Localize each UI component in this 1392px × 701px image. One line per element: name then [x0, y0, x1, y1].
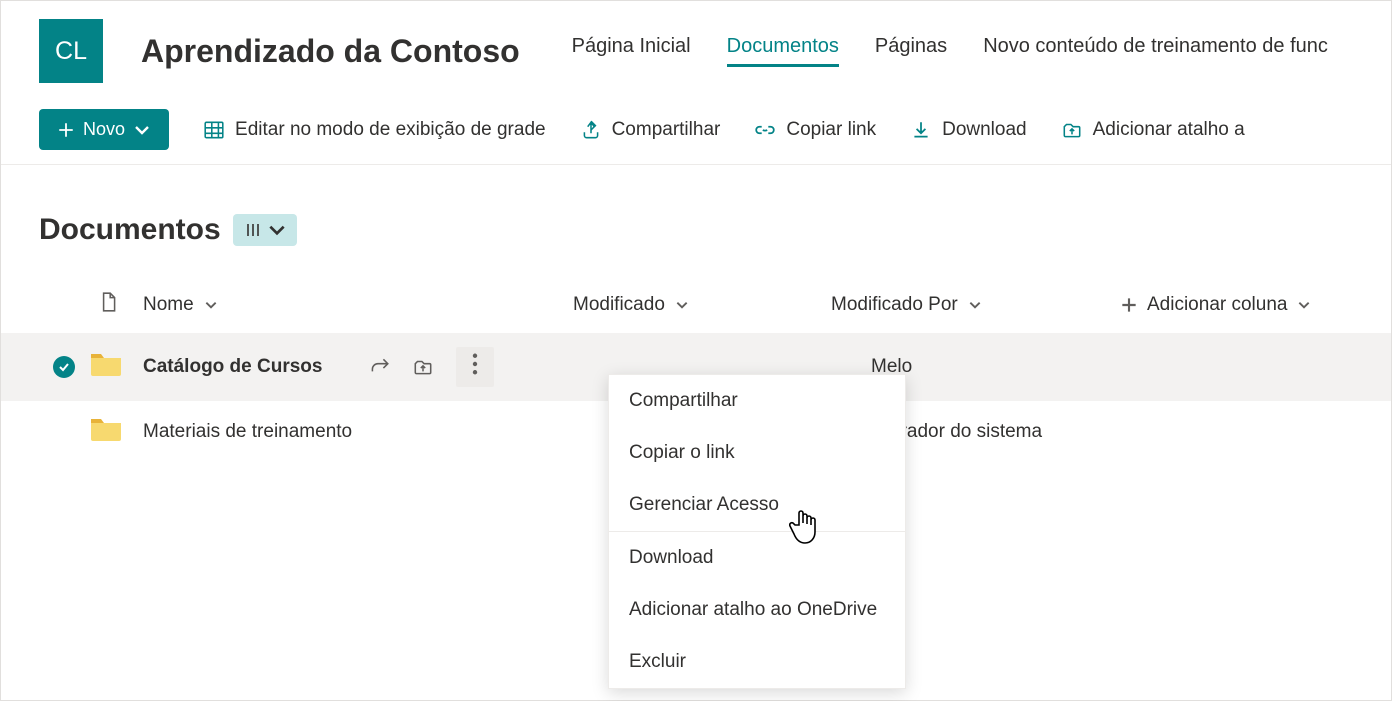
row-select-checkbox[interactable]: [53, 421, 75, 443]
view-switcher[interactable]: [233, 214, 297, 246]
share-button[interactable]: Compartilhar: [580, 119, 721, 141]
row-name-text: Materiais de treinamento: [143, 421, 352, 443]
site-title[interactable]: Aprendizado da Contoso: [141, 33, 520, 70]
new-button[interactable]: Novo: [39, 109, 169, 150]
add-shortcut-button[interactable]: Adicionar atalho a: [1061, 119, 1245, 141]
row-name-cell[interactable]: Materiais de treinamento: [143, 421, 573, 443]
library-title: Documentos: [39, 213, 221, 247]
nav-item-pages[interactable]: Páginas: [875, 35, 947, 67]
shortcut-icon: [1061, 119, 1083, 141]
row-inline-actions: [368, 347, 494, 387]
grid-edit-button[interactable]: Editar no modo de exibição de grade: [203, 119, 546, 141]
menu-item-share[interactable]: Compartilhar: [609, 375, 905, 427]
grid-icon: [203, 119, 225, 141]
nav-item-new-content[interactable]: Novo conteúdo de treinamento de func: [983, 35, 1328, 67]
chevron-down-icon: [204, 298, 218, 312]
chevron-down-icon: [968, 298, 982, 312]
column-modified-by-header[interactable]: Modificado Por: [831, 294, 1101, 316]
download-button[interactable]: Download: [910, 119, 1027, 141]
download-label: Download: [942, 119, 1027, 141]
add-column-button[interactable]: Adicionar coluna: [1101, 294, 1391, 316]
chevron-down-icon: [133, 121, 151, 139]
row-name-cell[interactable]: Catálogo de Cursos: [143, 347, 573, 387]
more-vertical-icon: [464, 353, 486, 375]
menu-item-manage-access[interactable]: Gerenciar Acesso: [609, 479, 905, 531]
library-view-icon: [243, 220, 263, 240]
copy-link-button[interactable]: Copiar link: [754, 119, 876, 141]
more-options-button[interactable]: [456, 347, 494, 387]
copy-link-label: Copiar link: [786, 119, 876, 141]
nav-item-home[interactable]: Página Inicial: [572, 35, 691, 67]
chevron-down-icon: [675, 298, 689, 312]
column-name-label: Nome: [143, 294, 194, 316]
add-column-label: Adicionar coluna: [1147, 294, 1287, 316]
site-header: CL Aprendizado da Contoso Página Inicial…: [1, 1, 1391, 95]
folder-icon: [89, 350, 123, 378]
chevron-down-icon: [1297, 298, 1311, 312]
new-label: Novo: [83, 119, 125, 140]
menu-item-download[interactable]: Download: [609, 531, 905, 584]
nav-item-documents[interactable]: Documentos: [727, 35, 839, 67]
link-icon: [754, 119, 776, 141]
plus-icon: [1121, 297, 1137, 313]
file-icon: [97, 291, 119, 313]
menu-item-delete[interactable]: Excluir: [609, 636, 905, 688]
context-menu: Compartilhar Copiar o link Gerenciar Ace…: [608, 374, 906, 689]
column-modified-header[interactable]: Modificado: [573, 294, 831, 316]
shortcut-icon[interactable]: [412, 356, 434, 378]
top-nav: Página Inicial Documentos Páginas Novo c…: [572, 35, 1328, 67]
row-select-checkbox[interactable]: [53, 356, 75, 378]
share-icon[interactable]: [368, 356, 390, 378]
site-logo[interactable]: CL: [39, 19, 103, 83]
download-icon: [910, 119, 932, 141]
command-bar: Novo Editar no modo de exibição de grade…: [1, 95, 1391, 165]
column-name-header[interactable]: Nome: [143, 294, 573, 316]
chevron-down-icon: [267, 220, 287, 240]
column-modified-label: Modificado: [573, 294, 665, 316]
menu-item-copy-link[interactable]: Copiar o link: [609, 427, 905, 479]
share-icon: [580, 119, 602, 141]
table-header-row: Nome Modificado Modificado Por Adicionar…: [1, 277, 1391, 333]
plus-icon: [57, 121, 75, 139]
menu-item-add-shortcut[interactable]: Adicionar atalho ao OneDrive: [609, 584, 905, 636]
share-label: Compartilhar: [612, 119, 721, 141]
site-logo-initials: CL: [55, 37, 87, 66]
library-header: Documentos: [1, 165, 1391, 277]
row-name-text: Catálogo de Cursos: [143, 356, 322, 378]
column-modified-by-label: Modificado Por: [831, 294, 958, 316]
check-icon: [57, 360, 71, 374]
folder-icon: [89, 415, 123, 443]
grid-edit-label: Editar no modo de exibição de grade: [235, 119, 546, 141]
add-shortcut-label: Adicionar atalho a: [1093, 119, 1245, 141]
